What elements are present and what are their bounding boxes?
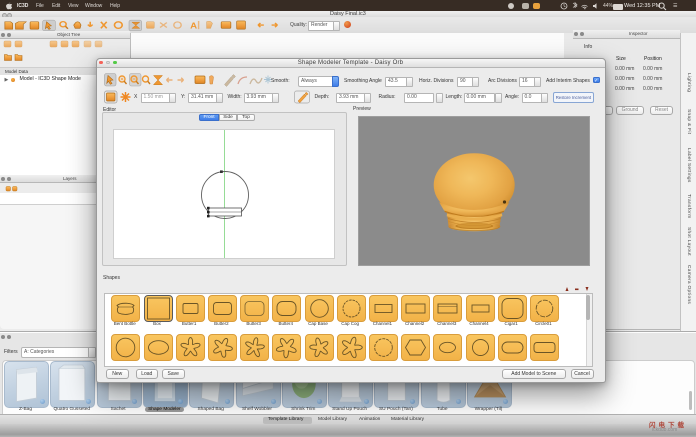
svg-text:A: A <box>190 21 198 30</box>
